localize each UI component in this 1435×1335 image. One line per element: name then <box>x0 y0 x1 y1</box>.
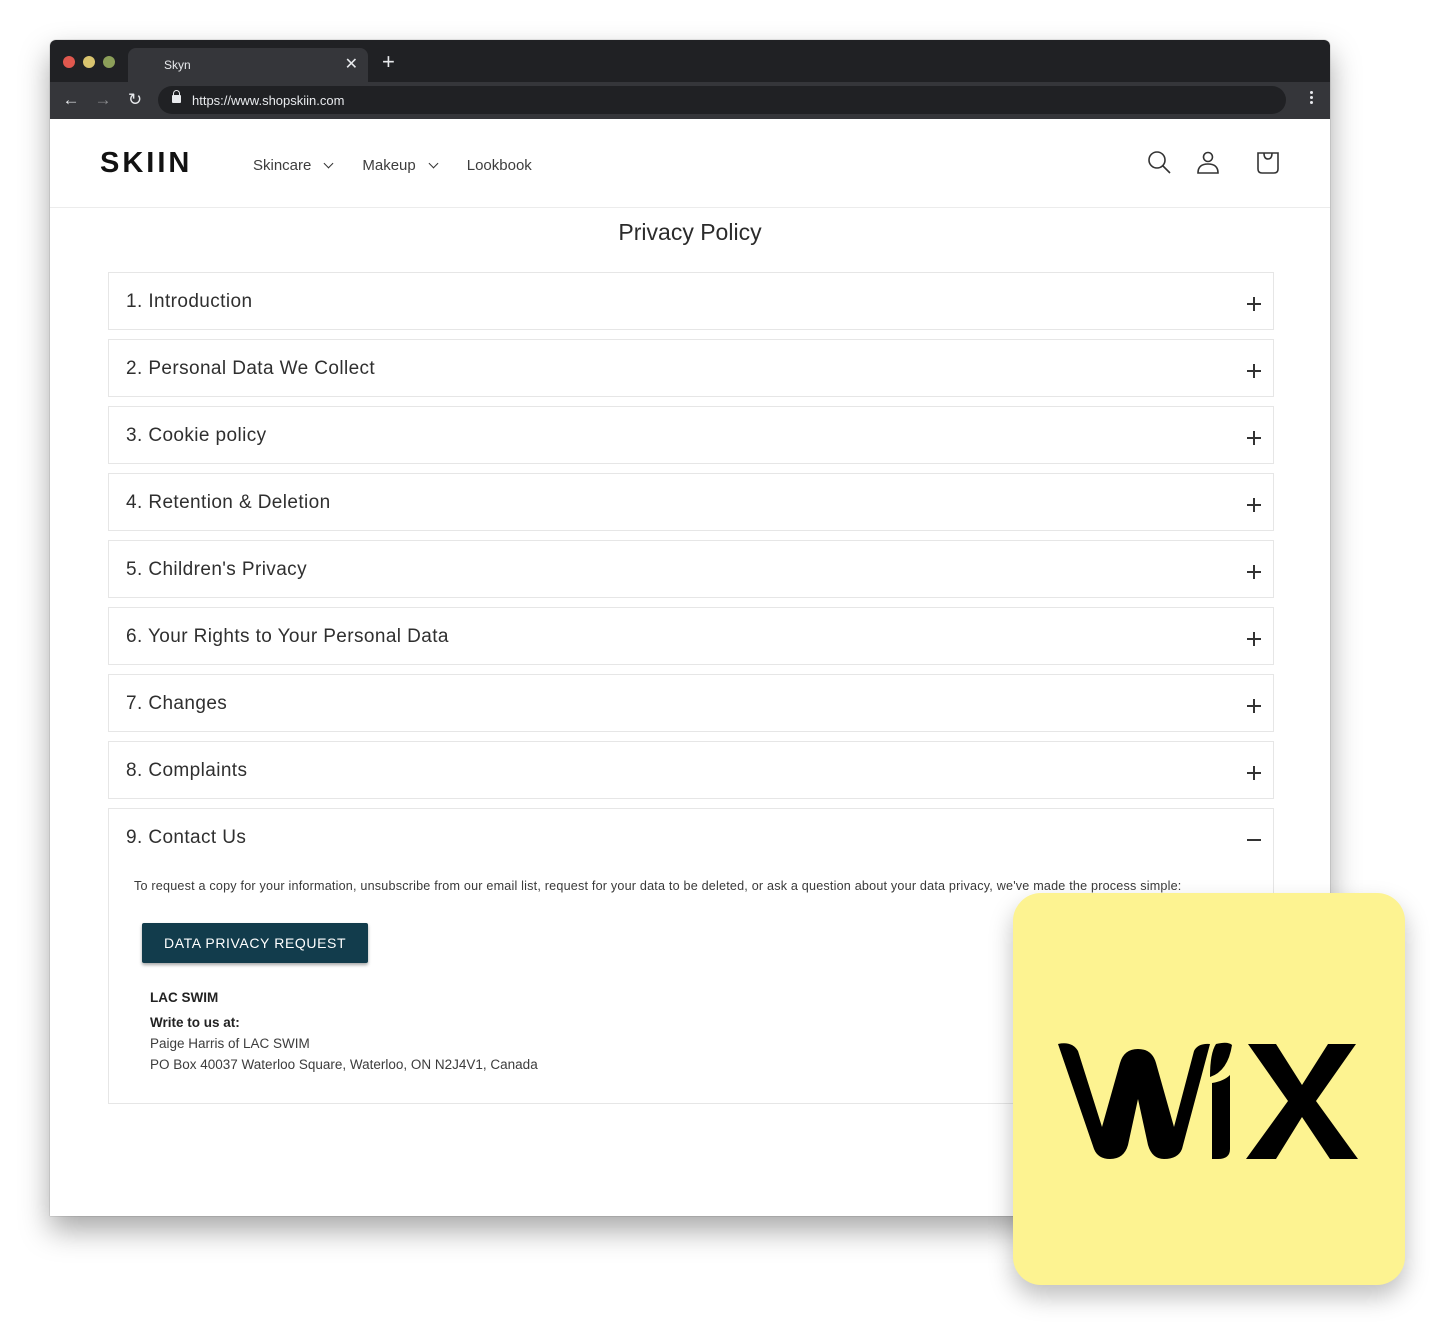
minus-icon[interactable] <box>1247 833 1261 847</box>
nav-item-lookbook[interactable]: Lookbook <box>467 157 532 174</box>
close-icon[interactable]: ✕ <box>345 54 358 74</box>
new-tab-icon[interactable]: + <box>382 49 395 75</box>
more-icon[interactable] <box>1310 91 1314 106</box>
site-logo[interactable]: SKIIN <box>100 147 192 180</box>
chevron-down-icon <box>323 158 334 169</box>
nav-item-label: Lookbook <box>466 157 532 174</box>
wix-logo-icon <box>1058 1042 1358 1159</box>
plus-icon[interactable] <box>1247 632 1261 646</box>
account-icon[interactable] <box>1195 149 1221 175</box>
accordion-title: 8. Complaints <box>126 760 248 781</box>
accordion-title: 4. Retention & Deletion <box>126 492 331 513</box>
nav-item-label: Skincare <box>253 157 312 174</box>
lock-icon <box>172 90 181 103</box>
cart-icon[interactable] <box>1255 149 1281 175</box>
reload-icon[interactable]: ↻ <box>124 89 146 111</box>
accordion-title: 6. Your Rights to Your Personal Data <box>126 626 449 647</box>
page-title: Privacy Policy <box>618 219 762 245</box>
browser-toolbar: ← → ↻ https://www.shopskiin.com <box>50 82 1330 119</box>
address-bar[interactable]: https://www.shopskiin.com <box>158 86 1286 114</box>
accordion-item: 2. Personal Data We Collect <box>108 339 1274 397</box>
plus-icon[interactable] <box>1247 699 1261 713</box>
plus-icon[interactable] <box>1247 297 1261 311</box>
accordion-title: 7. Changes <box>126 693 228 714</box>
chevron-down-icon <box>428 158 439 169</box>
accordion-header-introduction[interactable]: 1. Introduction <box>109 273 1273 329</box>
accordion-header-personal-data[interactable]: 2. Personal Data We Collect <box>109 340 1273 396</box>
accordion-item: 4. Retention & Deletion <box>108 473 1274 531</box>
tab-title: Skyn <box>164 58 191 72</box>
forward-icon[interactable]: → <box>92 89 114 111</box>
plus-icon[interactable] <box>1247 498 1261 512</box>
accordion-title: 1. Introduction <box>126 291 253 312</box>
accordion-header-your-rights[interactable]: 6. Your Rights to Your Personal Data <box>109 608 1273 664</box>
nav-item-makeup[interactable]: Makeup <box>362 157 439 174</box>
accordion-item: 8. Complaints <box>108 741 1274 799</box>
accordion-item: 3. Cookie policy <box>108 406 1274 464</box>
tab-bar: Skyn ✕ + <box>50 40 1330 82</box>
search-icon[interactable] <box>1146 149 1172 175</box>
accordion-header-childrens-privacy[interactable]: 5. Children's Privacy <box>109 541 1273 597</box>
accordion-item: 6. Your Rights to Your Personal Data <box>108 607 1274 665</box>
browser-tab[interactable]: Skyn ✕ <box>128 48 368 82</box>
plus-icon[interactable] <box>1247 766 1261 780</box>
wix-logo-card <box>1013 893 1405 1285</box>
accordion-item: 7. Changes <box>108 674 1274 732</box>
back-icon[interactable]: ← <box>60 89 82 111</box>
accordion-title: 9. Contact Us <box>126 827 247 848</box>
accordion-header-changes[interactable]: 7. Changes <box>109 675 1273 731</box>
minimize-window-button[interactable] <box>83 56 95 68</box>
url-text[interactable]: https://www.shopskiin.com <box>192 93 344 108</box>
plus-icon[interactable] <box>1247 364 1261 378</box>
accordion-header-retention[interactable]: 4. Retention & Deletion <box>109 474 1273 530</box>
nav-item-skincare[interactable]: Skincare <box>253 157 334 174</box>
accordion-header-contact-us[interactable]: 9. Contact Us <box>109 809 1273 865</box>
accordion-title: 3. Cookie policy <box>126 425 267 446</box>
accordion-item: 1. Introduction <box>108 272 1274 330</box>
plus-icon[interactable] <box>1247 565 1261 579</box>
main-nav: Skincare Makeup Lookbook <box>253 157 562 174</box>
data-privacy-request-button[interactable]: DATA PRIVACY REQUEST <box>142 923 369 963</box>
plus-icon[interactable] <box>1247 431 1261 445</box>
accordion-header-cookie-policy[interactable]: 3. Cookie policy <box>109 407 1273 463</box>
accordion-title: 5. Children's Privacy <box>126 559 307 580</box>
accordion-title: 2. Personal Data We Collect <box>126 358 376 379</box>
site-header: SKIIN Skincare Makeup Lookbook <box>50 119 1330 208</box>
close-window-button[interactable] <box>63 56 75 68</box>
accordion-item: 5. Children's Privacy <box>108 540 1274 598</box>
nav-item-label: Makeup <box>362 157 416 174</box>
maximize-window-button[interactable] <box>103 56 115 68</box>
accordion-header-complaints[interactable]: 8. Complaints <box>109 742 1273 798</box>
